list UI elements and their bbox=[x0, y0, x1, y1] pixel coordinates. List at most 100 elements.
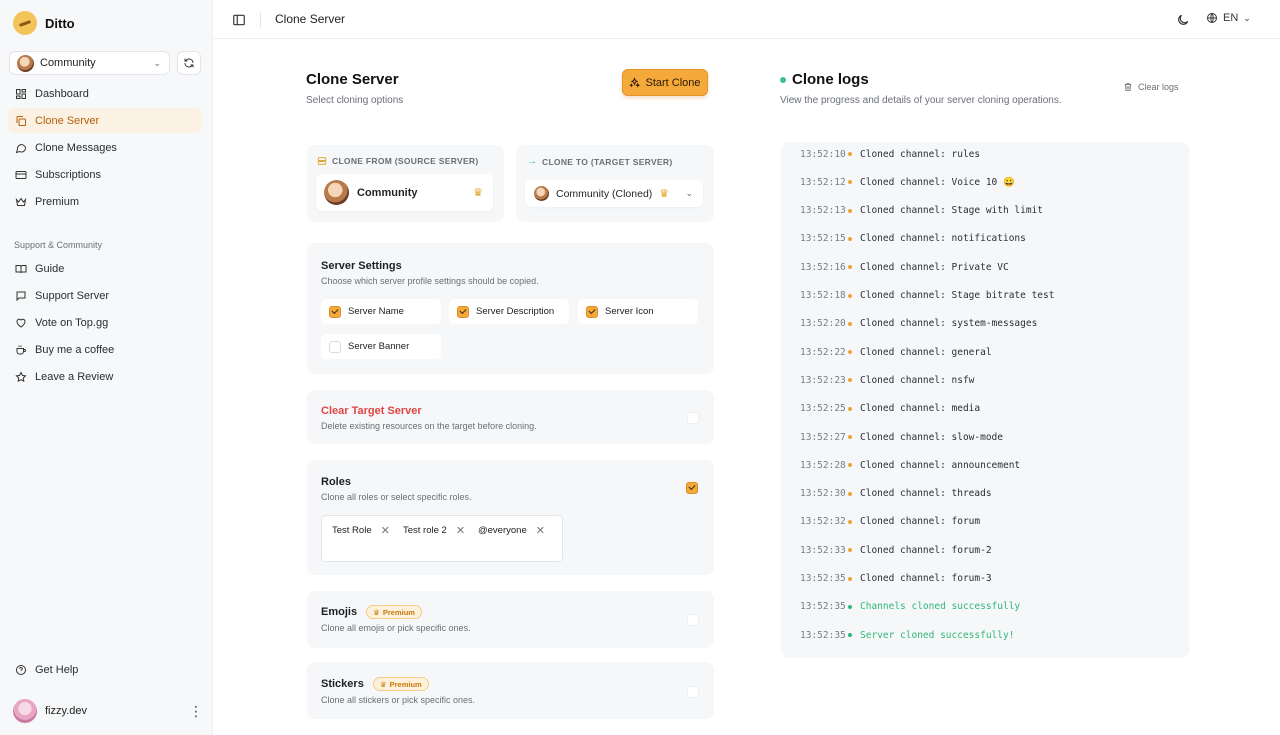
option-server-name[interactable]: Server Name bbox=[321, 299, 441, 324]
log-status-dot bbox=[848, 378, 852, 383]
trash-icon bbox=[1124, 83, 1132, 91]
log-timestamp: 13:52:18 bbox=[800, 290, 846, 301]
sidebar-item-label: Clone Messages bbox=[35, 141, 117, 154]
sidebar-toggle-icon[interactable] bbox=[232, 13, 246, 27]
arrow-right-icon: → bbox=[527, 156, 537, 167]
log-entry: 13:52:12 Cloned channel: Voice 10 😀 bbox=[800, 175, 1015, 189]
log-status-dot bbox=[848, 293, 852, 298]
log-status-dot bbox=[848, 519, 852, 524]
get-help-button[interactable]: Get Help bbox=[8, 657, 202, 682]
section-title: Support & Community bbox=[14, 240, 103, 250]
ditto-logo-icon bbox=[13, 11, 37, 35]
close-icon[interactable]: ✕ bbox=[381, 524, 390, 537]
target-label-row: → CLONE TO (TARGET SERVER) bbox=[527, 156, 672, 167]
logs-title: Clone logs bbox=[792, 71, 869, 88]
option-server-banner[interactable]: Server Banner bbox=[321, 334, 441, 359]
checkbox-checked[interactable] bbox=[329, 305, 341, 318]
sidebar-item-clone-messages[interactable]: Clone Messages bbox=[8, 135, 202, 160]
log-timestamp: 13:52:13 bbox=[800, 205, 846, 217]
premium-badge-label: Premium bbox=[389, 679, 422, 689]
log-timestamp: 13:52:15 bbox=[800, 233, 846, 245]
chevron-down-icon: ⌄ bbox=[685, 188, 693, 198]
option-server-icon[interactable]: Server Icon bbox=[578, 299, 698, 324]
source-server-name: Community bbox=[357, 186, 418, 199]
roles-checkbox[interactable] bbox=[686, 482, 698, 494]
log-entry: 13:52:32 Cloned channel: forum bbox=[800, 515, 980, 529]
chevron-down-icon: ⌄ bbox=[1243, 12, 1251, 23]
target-label: CLONE TO (TARGET SERVER) bbox=[542, 156, 673, 167]
log-entry: 13:52:35 Server cloned successfully! bbox=[800, 628, 1014, 642]
refresh-button[interactable] bbox=[177, 51, 201, 75]
log-status-dot bbox=[848, 321, 852, 326]
log-entry: 13:52:25 Cloned channel: media bbox=[800, 402, 980, 416]
log-status-dot bbox=[848, 463, 852, 468]
brand-name: Ditto bbox=[45, 15, 75, 31]
role-chip-label: Test role 2 bbox=[403, 525, 447, 536]
roles-subtitle: Clone all roles or select specific roles… bbox=[321, 492, 472, 502]
emojis-title: Emojis bbox=[321, 605, 358, 618]
language-selector[interactable]: EN ⌄ bbox=[1206, 12, 1251, 24]
sidebar-item-subscriptions[interactable]: Subscriptions bbox=[8, 162, 202, 187]
log-entry: 13:52:10 Cloned channel: rules bbox=[800, 147, 980, 161]
main-nav: Dashboard Clone Server Clone Messages Su… bbox=[8, 81, 202, 216]
close-icon[interactable]: ✕ bbox=[536, 524, 545, 537]
sidebar-item-label: Premium bbox=[35, 195, 80, 208]
sidebar-item-review[interactable]: Leave a Review bbox=[8, 364, 202, 389]
log-message: Channels cloned successfully bbox=[860, 601, 1021, 613]
role-chip: Test role 2 ✕ bbox=[403, 524, 465, 537]
log-entry: 13:52:35 Cloned channel: forum-3 bbox=[800, 572, 992, 586]
log-timestamp: 13:52:33 bbox=[800, 544, 846, 556]
get-help-area: Get Help bbox=[8, 657, 202, 684]
log-timestamp: 13:52:35 bbox=[800, 573, 846, 584]
premium-badge: ♛ Premium bbox=[372, 677, 429, 691]
clear-target-checkbox[interactable] bbox=[687, 412, 699, 424]
user-name: fizzy.dev bbox=[45, 705, 87, 717]
checkbox-unchecked[interactable] bbox=[329, 340, 341, 353]
sidebar: Ditto Community ⌄ Dashboard Clone Server… bbox=[0, 0, 213, 735]
log-status-dot bbox=[848, 576, 852, 581]
option-server-description[interactable]: Server Description bbox=[449, 299, 569, 324]
star-icon bbox=[15, 370, 27, 382]
emojis-subtitle: Clone all emojis or pick specific ones. bbox=[321, 623, 471, 633]
help-icon bbox=[16, 664, 26, 675]
log-status-dot bbox=[848, 236, 852, 241]
emojis-checkbox[interactable] bbox=[687, 614, 699, 626]
stickers-checkbox[interactable] bbox=[687, 686, 699, 698]
log-panel: 13:52:10 Cloned channel: rules 13:52:12 Clo… bbox=[781, 142, 1189, 658]
log-status-dot bbox=[848, 491, 852, 496]
log-timestamp: 13:52:30 bbox=[800, 488, 846, 500]
start-clone-button[interactable]: Start Clone bbox=[622, 69, 708, 96]
brand[interactable]: Ditto bbox=[13, 11, 75, 35]
target-server-select[interactable]: Community (Cloned) ♛ ⌄ bbox=[525, 180, 703, 207]
sidebar-item-premium[interactable]: Premium bbox=[8, 189, 202, 214]
checkbox-checked[interactable] bbox=[586, 305, 598, 318]
clear-target-subtitle: Delete existing resources on the target … bbox=[321, 421, 537, 431]
sidebar-item-label: Buy me a coffee bbox=[35, 343, 115, 356]
checkbox-checked[interactable] bbox=[457, 305, 469, 318]
server-avatar bbox=[534, 186, 549, 201]
close-icon[interactable]: ✕ bbox=[456, 524, 465, 537]
sidebar-item-guide[interactable]: Guide bbox=[8, 256, 202, 281]
sidebar-item-support-server[interactable]: Support Server bbox=[8, 283, 202, 308]
clear-target-card bbox=[307, 390, 714, 444]
page-subtitle: Select cloning options bbox=[306, 95, 404, 106]
log-status-dot bbox=[848, 180, 852, 185]
heart-icon bbox=[16, 318, 26, 328]
roles-multiselect[interactable]: Test Role ✕ Test role 2 ✕ @everyone ✕ bbox=[321, 515, 563, 562]
log-status-dot bbox=[848, 548, 852, 553]
server-selector[interactable]: Community ⌄ bbox=[9, 51, 170, 75]
moon-icon[interactable] bbox=[1176, 13, 1190, 27]
sidebar-item-vote[interactable]: Vote on Top.gg bbox=[8, 310, 202, 335]
more-vertical-icon[interactable]: ⋮ bbox=[189, 704, 203, 718]
sidebar-item-clone-server[interactable]: Clone Server bbox=[8, 108, 202, 133]
copy-icon bbox=[16, 115, 26, 126]
sidebar-item-coffee[interactable]: Buy me a coffee bbox=[8, 337, 202, 362]
clear-logs-button[interactable]: Clear logs bbox=[1123, 82, 1179, 92]
user-menu[interactable]: fizzy.dev ⋮ bbox=[13, 699, 203, 723]
log-status-dot bbox=[848, 152, 852, 156]
server-icon bbox=[317, 157, 327, 165]
crown-icon: ♛ bbox=[379, 679, 387, 689]
get-help-label: Get Help bbox=[35, 663, 79, 676]
sidebar-item-dashboard[interactable]: Dashboard bbox=[8, 81, 202, 106]
log-status-dot bbox=[848, 604, 852, 609]
